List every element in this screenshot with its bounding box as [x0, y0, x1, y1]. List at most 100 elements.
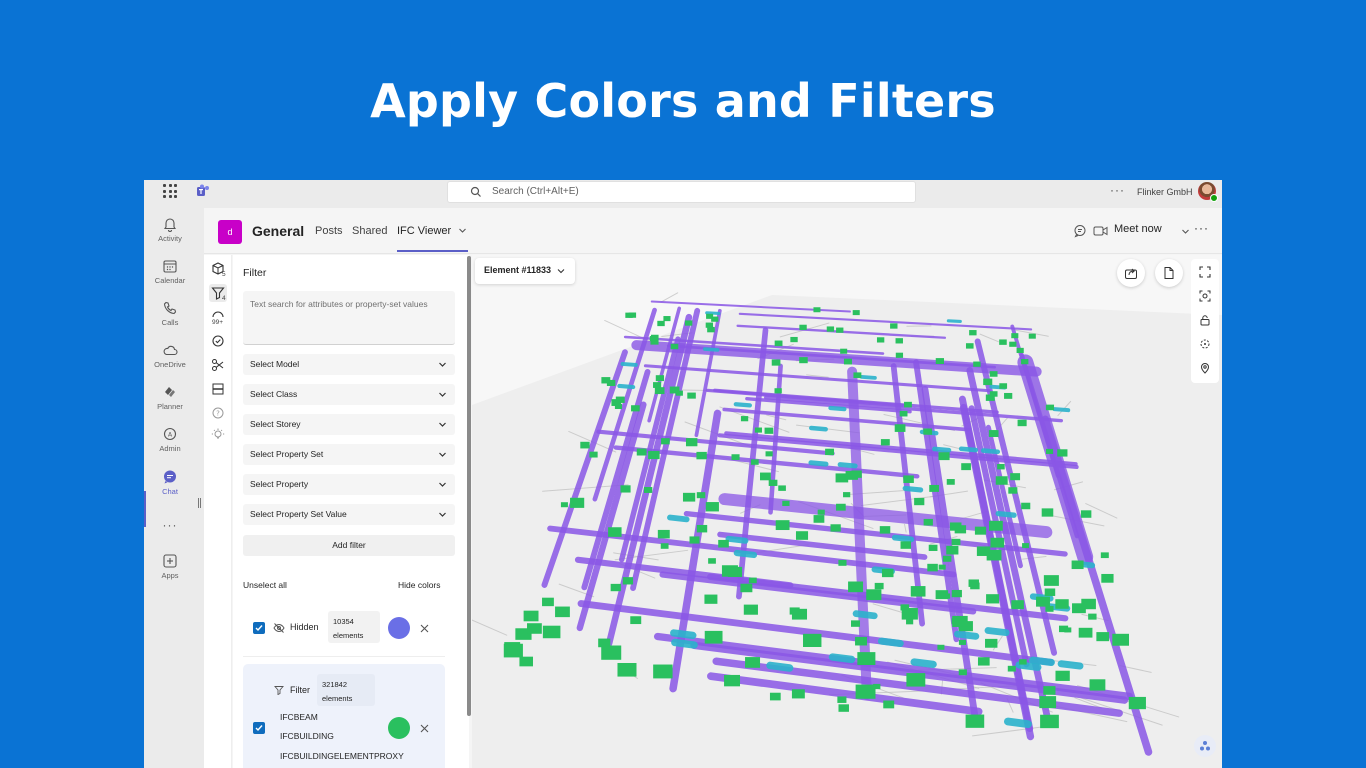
channel-avatar: d [218, 220, 242, 244]
focus-view-icon[interactable] [1199, 290, 1211, 302]
share-button[interactable] [1117, 259, 1145, 287]
rail-item-activity[interactable]: Activity [144, 216, 196, 243]
rail-item-planner[interactable]: Planner [144, 384, 196, 411]
remove-hidden-close-icon[interactable] [420, 624, 429, 633]
rail-item-calls[interactable]: Calls [144, 300, 196, 327]
rail-item-admin[interactable]: A Admin [144, 426, 196, 453]
settings-more-button[interactable]: ··· [1110, 183, 1125, 197]
fitting-block [631, 405, 640, 412]
chevron-down-icon [439, 362, 446, 367]
tab-ifc-viewer[interactable]: IFC Viewer [397, 225, 451, 237]
rail-item-more[interactable]: ··· [144, 516, 196, 534]
fitting-block [771, 359, 781, 366]
chevron-down-icon [439, 392, 446, 397]
attribute-search-textarea[interactable]: Text search for attributes or property-s… [243, 291, 455, 345]
center-target-icon[interactable] [1199, 338, 1211, 350]
fitting-block [899, 410, 908, 417]
pipe-segment [733, 402, 752, 408]
tab-shared[interactable]: Shared [352, 225, 387, 237]
tab-posts[interactable]: Posts [315, 225, 343, 237]
viewer-logo-button[interactable] [1194, 735, 1216, 757]
channel-more-button[interactable]: ··· [1194, 221, 1209, 235]
network-logo-icon [1200, 741, 1210, 751]
fitting-block [622, 577, 634, 585]
fitting-block [986, 594, 1000, 604]
eye-off-icon [273, 623, 285, 633]
color-palette-icon[interactable] [210, 309, 226, 317]
rail-item-chat[interactable]: Chat [144, 469, 196, 496]
meet-now-button[interactable]: Meet now [1114, 223, 1162, 235]
search-placeholder: Search (Ctrl+Alt+E) [492, 186, 579, 197]
class-item-ifcbeam: IFCBEAM [280, 712, 318, 722]
fitting-block [904, 401, 912, 408]
hidden-color-swatch[interactable] [388, 617, 410, 639]
section-plane-icon[interactable] [210, 381, 226, 397]
fitting-block [1011, 333, 1019, 339]
fitting-block [852, 310, 860, 316]
model-render[interactable] [472, 255, 1222, 768]
fitting-block [995, 476, 1008, 485]
select-model-dropdown[interactable]: Select Model [243, 354, 455, 375]
hide-colors-button[interactable]: Hide colors [398, 580, 441, 590]
fitting-block [958, 669, 967, 676]
filter-checkbox[interactable] [253, 722, 265, 734]
fitting-block [669, 386, 680, 394]
conversation-icon[interactable] [1073, 224, 1087, 238]
rail-item-calendar[interactable]: Calendar [144, 258, 196, 285]
org-name[interactable]: Flinker GmbH [1137, 187, 1193, 197]
location-pin-icon[interactable] [1199, 362, 1211, 374]
select-property-set-dropdown[interactable]: Select Property Set [243, 444, 455, 465]
fitting-block [951, 589, 962, 598]
fitting-block [895, 352, 904, 358]
fitting-block [1088, 613, 1097, 620]
fitting-block [881, 568, 894, 578]
fitting-block [1080, 510, 1092, 518]
avatar[interactable] [1198, 182, 1218, 202]
fitting-block [923, 428, 933, 435]
hidden-checkbox[interactable] [253, 622, 265, 634]
fitting-block [1022, 543, 1030, 549]
element-selector-dropdown[interactable]: Element #11833 [475, 258, 575, 284]
remove-filter-close-icon[interactable] [420, 724, 429, 733]
pipe-segment [667, 514, 690, 523]
fitting-block [848, 581, 864, 593]
scissors-icon[interactable] [210, 357, 226, 373]
fitting-block [883, 700, 895, 709]
unselect-all-button[interactable]: Unselect all [243, 580, 287, 590]
select-class-dropdown[interactable]: Select Class [243, 384, 455, 405]
panel-resize-handle[interactable] [198, 498, 201, 508]
fullscreen-icon[interactable] [1199, 266, 1211, 278]
meet-chevron-down-icon[interactable] [1181, 227, 1190, 236]
select-property-dropdown[interactable]: Select Property [243, 474, 455, 495]
fitting-block [874, 582, 884, 590]
fitting-block [740, 416, 749, 422]
fitting-block [910, 586, 926, 597]
fitting-block [973, 361, 981, 367]
pipe-segment [902, 485, 924, 493]
chevron-down-icon[interactable] [458, 226, 467, 235]
lightbulb-icon[interactable] [210, 427, 226, 443]
filter-color-swatch[interactable] [388, 717, 410, 739]
fitting-block [990, 537, 1005, 548]
lock-icon[interactable] [1199, 314, 1211, 326]
fitting-block [651, 334, 659, 341]
fitting-block [843, 492, 851, 498]
help-icon[interactable]: ? [210, 405, 226, 421]
app-launcher-icon[interactable] [163, 184, 177, 198]
document-button[interactable] [1155, 259, 1183, 287]
ifc-3d-viewport[interactable]: Element #11833 [472, 255, 1222, 768]
rail-item-apps[interactable]: Apps [144, 553, 196, 580]
hero-title: Apply Colors and Filters [370, 74, 996, 128]
fitting-block [743, 604, 758, 615]
fitting-block [1043, 686, 1056, 695]
select-storey-dropdown[interactable]: Select Storey [243, 414, 455, 435]
search-input[interactable]: Search (Ctrl+Alt+E) [447, 181, 916, 203]
panel-scrollbar[interactable] [467, 256, 471, 716]
fitting-block [929, 484, 939, 492]
add-filter-button[interactable]: Add filter [243, 535, 455, 556]
rail-item-onedrive[interactable]: OneDrive [144, 342, 196, 369]
fitting-block [705, 502, 719, 512]
check-circle-icon[interactable] [210, 333, 226, 349]
select-property-set-value-dropdown[interactable]: Select Property Set Value [243, 504, 455, 525]
presence-badge [1210, 194, 1218, 202]
